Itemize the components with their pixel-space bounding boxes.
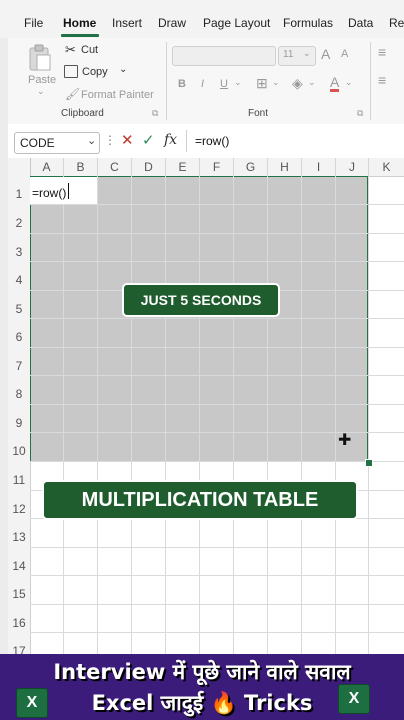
grow-font-button[interactable]: A (321, 46, 330, 62)
fill-color-icon[interactable]: ◈ (292, 75, 303, 92)
font-color-button[interactable]: A (330, 75, 340, 92)
active-tab-indicator (61, 34, 99, 37)
column-header-g[interactable]: G (234, 158, 268, 176)
name-box-value: CODE (20, 136, 55, 150)
copy-dropdown-icon[interactable]: ⌄ (119, 64, 127, 75)
column-header-j[interactable]: J (336, 158, 369, 176)
more-options-icon[interactable]: ⋮ (104, 133, 116, 147)
paste-icon[interactable] (28, 44, 52, 72)
row-header-14[interactable]: 14 (8, 559, 30, 573)
clipboard-group-label: Clipboard (61, 108, 104, 119)
name-box[interactable]: CODE ⌄ (14, 132, 100, 154)
cell-a1[interactable]: =row() (30, 177, 97, 204)
font-launcher-icon[interactable]: ⧉ (357, 108, 363, 119)
row-header-10[interactable]: 10 (8, 444, 30, 458)
cell-a1-value: =row() (32, 186, 67, 200)
column-header-k[interactable]: K (369, 158, 404, 176)
shrink-font-button[interactable]: A (341, 48, 348, 60)
row-header-7[interactable]: 7 (8, 359, 30, 373)
window-edge (0, 38, 8, 654)
column-header-f[interactable]: F (200, 158, 234, 176)
paste-button[interactable]: Paste (28, 74, 56, 86)
column-headers: A B C D E F G H I J K (8, 158, 404, 177)
row-header-11[interactable]: 11 (8, 473, 30, 487)
select-all-corner[interactable] (8, 158, 31, 176)
ribbon-tab-bar: File Home Insert Draw Page Layout Formul… (0, 0, 404, 38)
enter-icon[interactable]: ✓ (142, 131, 155, 149)
font-size-value: 11 (283, 49, 294, 60)
row-headers: 1 2 3 4 5 6 7 8 9 10 11 12 13 14 15 16 1… (8, 176, 31, 658)
row-header-4[interactable]: 4 (8, 273, 30, 287)
tab-home[interactable]: Home (63, 16, 96, 30)
align-left-icon[interactable]: ≡ (378, 72, 386, 88)
borders-dropdown-icon[interactable]: ⌄ (272, 77, 280, 88)
tab-draw[interactable]: Draw (158, 16, 186, 30)
format-painter-button[interactable]: Format Painter (81, 89, 154, 101)
font-group-label: Font (248, 108, 269, 119)
insert-function-button[interactable]: fx (164, 132, 177, 148)
row-header-5[interactable]: 5 (8, 302, 30, 316)
row-header-9[interactable]: 9 (8, 416, 30, 430)
group-divider (166, 42, 167, 120)
clipboard-launcher-icon[interactable]: ⧉ (152, 108, 158, 119)
column-header-d[interactable]: D (132, 158, 166, 176)
format-painter-icon: 🖌 (65, 87, 81, 101)
row-header-16[interactable]: 16 (8, 616, 30, 630)
row-header-13[interactable]: 13 (8, 530, 30, 544)
row-header-3[interactable]: 3 (8, 245, 30, 259)
column-header-e[interactable]: E (166, 158, 200, 176)
fill-color-dropdown-icon[interactable]: ⌄ (308, 77, 316, 88)
row-header-2[interactable]: 2 (8, 216, 30, 230)
column-header-i[interactable]: I (302, 158, 336, 176)
cell-grid[interactable] (30, 176, 404, 656)
group-divider (370, 42, 371, 120)
column-header-h[interactable]: H (268, 158, 302, 176)
underline-dropdown-icon[interactable]: ⌄ (234, 77, 242, 88)
row-header-12[interactable]: 12 (8, 502, 30, 516)
underline-button[interactable]: U (220, 78, 228, 90)
font-size-dropdown[interactable]: 11 ⌄ (278, 46, 316, 66)
title-badge: MULTIPLICATION TABLE (42, 480, 358, 520)
italic-button[interactable]: I (201, 78, 204, 90)
column-header-a[interactable]: A (30, 158, 64, 176)
row-header-15[interactable]: 15 (8, 587, 30, 601)
formula-input[interactable]: =row() (195, 134, 229, 148)
font-color-dropdown-icon[interactable]: ⌄ (345, 77, 353, 88)
seconds-badge: JUST 5 SECONDS (122, 283, 280, 317)
text-cursor (68, 183, 69, 199)
banner-line-1: Interview में पूछे जाने वाले सवाल (53, 660, 351, 684)
bold-button[interactable]: B (178, 78, 186, 90)
fill-handle[interactable] (365, 459, 373, 467)
excel-logo-icon: X (338, 684, 370, 714)
font-name-dropdown[interactable] (172, 46, 276, 66)
formula-divider (186, 130, 187, 152)
align-top-icon[interactable]: ≡ (378, 44, 386, 60)
paste-dropdown-icon[interactable]: ⌄ (37, 86, 45, 97)
excel-logo-icon: X (16, 688, 48, 718)
column-header-c[interactable]: C (98, 158, 132, 176)
chevron-down-icon: ⌄ (87, 135, 97, 147)
tab-insert[interactable]: Insert (112, 16, 142, 30)
chevron-down-icon: ⌄ (303, 48, 311, 58)
row-header-6[interactable]: 6 (8, 330, 30, 344)
cancel-icon[interactable]: ✕ (121, 131, 134, 149)
copy-button[interactable]: Copy (82, 66, 108, 78)
tab-formulas[interactable]: Formulas (283, 16, 333, 30)
row-header-1[interactable]: 1 (8, 187, 30, 201)
cut-button[interactable]: Cut (81, 44, 98, 56)
tab-review[interactable]: Re (389, 16, 404, 30)
row-header-8[interactable]: 8 (8, 387, 30, 401)
borders-icon[interactable]: ⊞ (256, 75, 268, 92)
ribbon-home: Paste ⌄ ✂ Cut Copy ⌄ 🖌 Format Painter Cl… (8, 38, 404, 125)
cursor-cross-icon: ✚ (338, 432, 352, 449)
promo-banner: Interview में पूछे जाने वाले सवाल Excel … (0, 654, 404, 720)
tab-data[interactable]: Data (348, 16, 373, 30)
column-header-b[interactable]: B (64, 158, 98, 176)
tab-page-layout[interactable]: Page Layout (203, 16, 270, 30)
copy-icon (64, 65, 78, 78)
tab-file[interactable]: File (24, 16, 43, 30)
cut-icon: ✂ (65, 42, 76, 57)
